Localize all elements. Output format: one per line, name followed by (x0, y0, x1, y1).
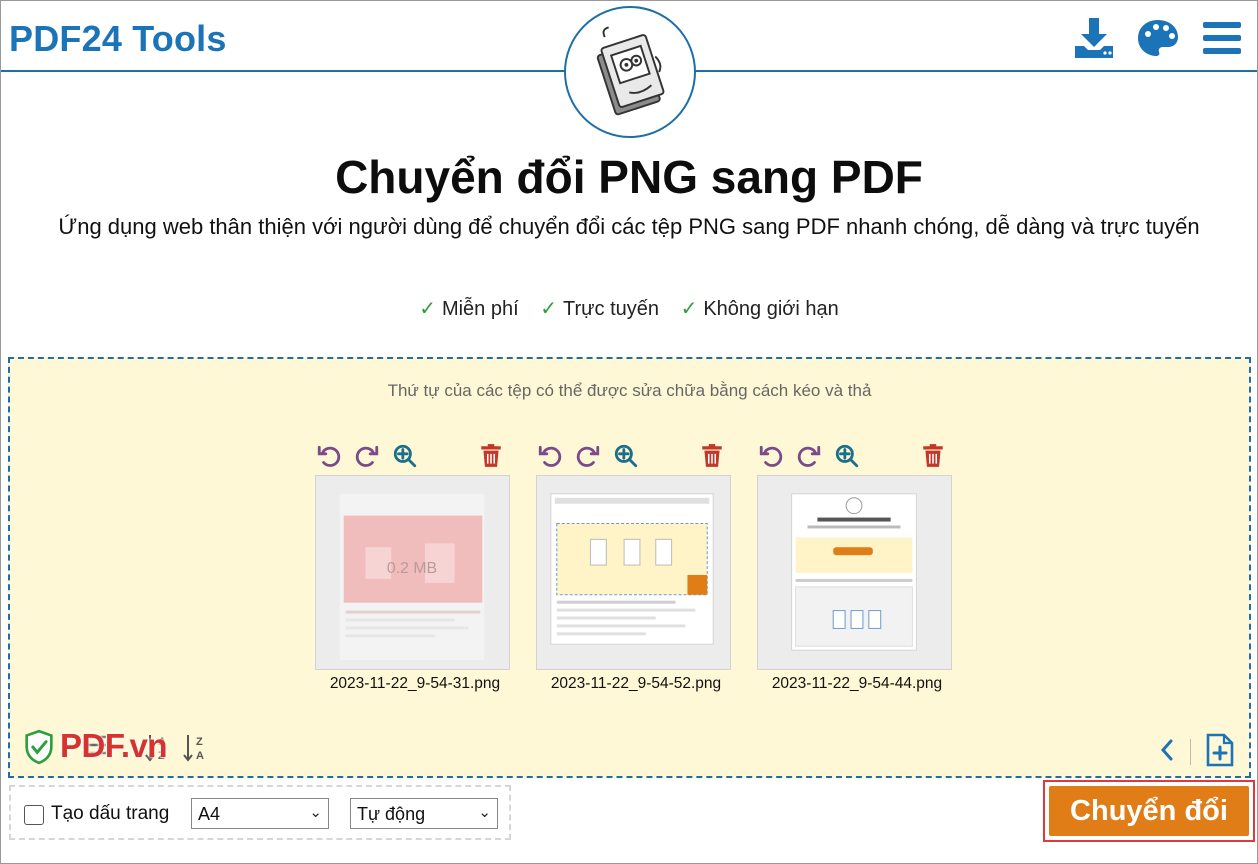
palette-icon[interactable] (1136, 16, 1180, 60)
file-name: 2023-11-22_9-54-31.png (329, 675, 501, 692)
thumbnail-preview (550, 493, 714, 645)
rotate-right-icon[interactable] (796, 443, 822, 469)
check-icon: ✓ (680, 298, 698, 320)
chevron-down-icon: ⌄ (309, 804, 322, 821)
delete-icon[interactable] (699, 443, 725, 469)
delete-icon[interactable] (920, 443, 946, 469)
zoom-icon[interactable] (834, 443, 860, 469)
svg-text:Z: Z (196, 736, 203, 748)
watermark-text: PDF.vn (60, 727, 168, 764)
download-icon[interactable] (1072, 16, 1116, 60)
check-icon: ✓ (419, 298, 436, 320)
file-size-label: 0.2 MB (387, 560, 437, 577)
file-thumbnail[interactable]: 0.2 MB (315, 475, 510, 670)
bookmark-checkbox[interactable] (24, 805, 44, 825)
rotate-left-icon[interactable] (758, 443, 784, 469)
svg-text:A: A (196, 750, 204, 762)
file-card[interactable]: 0.2 MB 2023-11-22_9-54-31.png (312, 439, 512, 692)
menu-icon[interactable] (1200, 16, 1244, 60)
orientation-select[interactable]: Tự động ⌄ (350, 798, 498, 829)
rotate-right-icon[interactable] (575, 443, 601, 469)
thumbnail-preview (791, 493, 917, 651)
file-card[interactable]: 2023-11-22_9-54-44.png (754, 439, 954, 692)
chevron-left-icon[interactable] (1156, 735, 1178, 765)
page-title: Chuyển đổi PNG sang PDF (335, 151, 923, 203)
file-toolbar (754, 439, 954, 473)
thumbnail-preview: 0.2 MB (339, 493, 485, 661)
feature-item: ✓ Miễn phí (419, 298, 519, 320)
convert-button[interactable]: Chuyển đổi (1049, 786, 1249, 836)
file-toolbar (312, 439, 512, 473)
file-thumbnail[interactable] (757, 475, 952, 670)
feature-list: ✓ Miễn phí ✓ Trực tuyến ✓ Không giới hạn (0, 296, 1258, 321)
file-thumbnail[interactable] (536, 475, 731, 670)
file-name: 2023-11-22_9-54-52.png (550, 675, 722, 692)
toolbar-separator (1190, 739, 1191, 765)
delete-icon[interactable] (478, 443, 504, 469)
conversion-options: Tạo dấu trang A4 ⌄ Tự động ⌄ (9, 785, 511, 840)
tool-mascot-logo (564, 6, 696, 138)
shield-check-icon (25, 729, 53, 765)
sort-za-icon[interactable]: ZA (182, 731, 210, 765)
file-card[interactable]: 2023-11-22_9-54-52.png (533, 439, 733, 692)
feature-item: ✓ Không giới hạn (680, 298, 839, 320)
file-name: 2023-11-22_9-54-44.png (771, 675, 943, 692)
rotate-left-icon[interactable] (537, 443, 563, 469)
zoom-icon[interactable] (613, 443, 639, 469)
rotate-left-icon[interactable] (316, 443, 342, 469)
page-subtitle: Ứng dụng web thân thiện với người dùng đ… (58, 214, 1200, 239)
reorder-hint: Thứ tự của các tệp có thể được sửa chữa … (387, 381, 872, 400)
convert-button-highlight: Chuyển đổi (1043, 780, 1255, 842)
chevron-down-icon: ⌄ (478, 804, 491, 821)
file-dropzone[interactable]: Thứ tự của các tệp có thể được sửa chữa … (8, 357, 1251, 778)
feature-item: ✓ Trực tuyến (540, 298, 660, 320)
rotate-right-icon[interactable] (354, 443, 380, 469)
add-file-icon[interactable] (1204, 733, 1236, 767)
zoom-icon[interactable] (392, 443, 418, 469)
check-icon: ✓ (540, 298, 557, 320)
file-toolbar (533, 439, 733, 473)
page-size-select[interactable]: A4 ⌄ (191, 798, 329, 829)
bookmark-label: Tạo dấu trang (51, 803, 170, 824)
brand-logo-text[interactable]: PDF24 Tools (9, 18, 227, 60)
mascot-book-icon (596, 26, 665, 116)
